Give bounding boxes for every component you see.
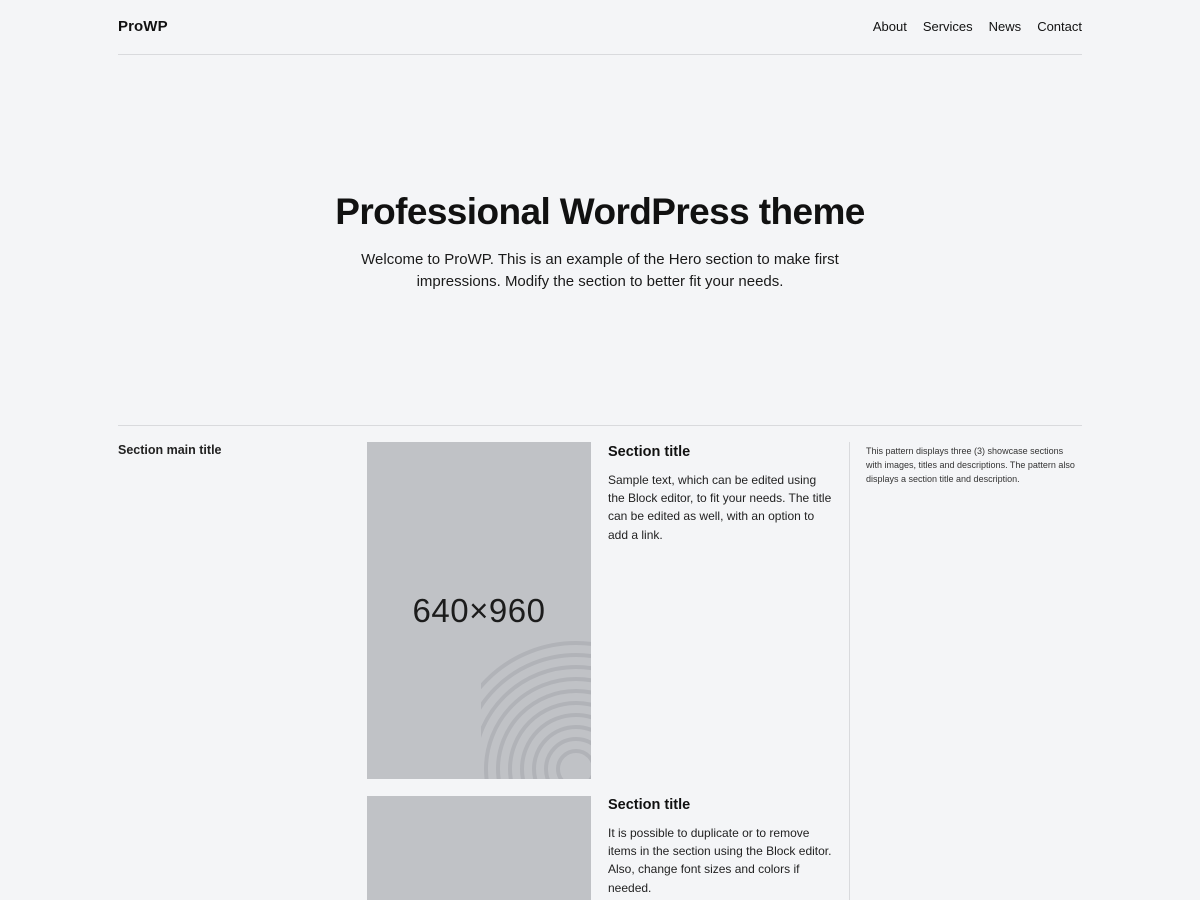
nav-link-news[interactable]: News <box>989 19 1022 34</box>
hero-title: Professional WordPress theme <box>335 191 865 232</box>
section-main-title: Section main title <box>118 443 222 457</box>
placeholder-swirl-graphic <box>481 641 591 779</box>
nav-link-contact[interactable]: Contact <box>1037 19 1082 34</box>
vertical-divider <box>849 442 850 900</box>
section-description: This pattern displays three (3) showcase… <box>866 446 1075 485</box>
placeholder-image: 640×960 <box>367 442 591 779</box>
nav-link-about[interactable]: About <box>873 19 907 34</box>
item-text: Sample text, which can be edited using t… <box>608 473 832 542</box>
section-divider <box>118 425 1082 426</box>
site-brand-link[interactable]: ProWP <box>118 18 168 35</box>
placeholder-image <box>367 796 591 900</box>
item-title: Section title <box>608 444 691 460</box>
nav-link-services[interactable]: Services <box>923 19 973 34</box>
main-navigation: About Services News Contact <box>873 19 1082 34</box>
page: ProWP About Services News Contact Profes… <box>0 0 1200 900</box>
item-title: Section title <box>608 797 691 813</box>
item-text: It is possible to duplicate or to remove… <box>608 826 832 895</box>
hero-section: Professional WordPress theme Welcome to … <box>0 190 1200 293</box>
site-header: ProWP About Services News Contact <box>118 0 1082 55</box>
hero-subtitle: Welcome to ProWP. This is an example of … <box>361 251 839 290</box>
